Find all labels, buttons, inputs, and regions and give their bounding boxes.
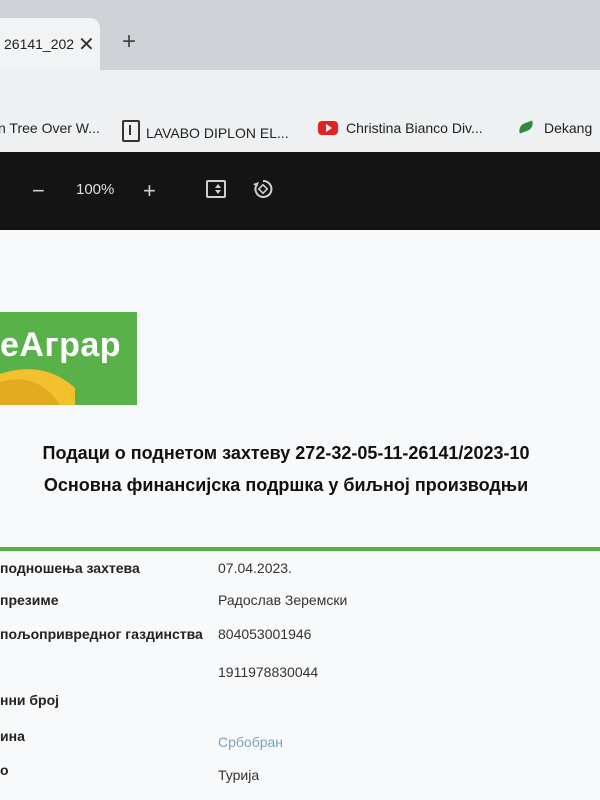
close-tab-icon[interactable]: ✕ <box>78 32 95 57</box>
browser-tab[interactable]: 26141_202 ✕ <box>0 18 100 70</box>
document-title: Подаци о поднетом захтеву 272-32-05-11-2… <box>42 443 530 463</box>
fit-page-icon[interactable] <box>206 180 226 198</box>
zoom-out-button[interactable]: − <box>32 180 45 202</box>
new-tab-button[interactable]: + <box>122 30 136 54</box>
section-divider <box>0 547 600 551</box>
zoom-in-button[interactable]: + <box>143 180 156 202</box>
field-value: Радослав Зеремски <box>218 592 348 608</box>
bookmark-label: n Tree Over W... <box>0 120 100 136</box>
field-label: нни број <box>0 692 60 708</box>
bookmark-label: Christina Bianco Div... <box>346 120 483 136</box>
bookmark-label: LAVABO DIPLON EL... <box>146 125 289 141</box>
bookmark-item[interactable]: LAVABO DIPLON EL... <box>122 120 289 142</box>
logo-text: eАграр <box>0 326 122 364</box>
leaf-icon <box>517 120 535 134</box>
bookmark-item[interactable]: Christina Bianco Div... <box>318 120 483 136</box>
tab-strip: 26141_202 ✕ + <box>0 0 600 70</box>
field-label: подношења захтева <box>0 560 140 576</box>
field-value: Турија <box>218 767 260 783</box>
tab-title: 26141_202 <box>4 36 75 52</box>
rotate-icon[interactable] <box>252 178 274 200</box>
field-value: Србобран <box>218 734 284 750</box>
field-label: о <box>0 762 9 778</box>
eagrar-logo: eАграр <box>0 312 137 405</box>
field-value: 1911978830044 <box>218 664 319 680</box>
bookmark-page-icon <box>122 120 140 142</box>
document-subtitle: Основна финансијска подршка у биљној про… <box>43 475 529 495</box>
field-label: ина <box>0 728 25 744</box>
field-label: презиме <box>0 592 59 608</box>
field-label: пољопривредног газдинства <box>0 626 203 642</box>
bookmark-item[interactable]: n Tree Over W... <box>0 120 100 136</box>
bookmark-label: Dekang <box>544 120 593 136</box>
bookmark-item[interactable]: Dekang <box>517 120 593 136</box>
youtube-icon <box>318 121 338 135</box>
zoom-level: 100% <box>76 181 115 198</box>
field-value: 07.04.2023. <box>218 560 292 576</box>
field-value: 804053001946 <box>218 626 312 642</box>
bookmarks-bar: n Tree Over W... LAVABO DIPLON EL... Chr… <box>0 70 600 153</box>
